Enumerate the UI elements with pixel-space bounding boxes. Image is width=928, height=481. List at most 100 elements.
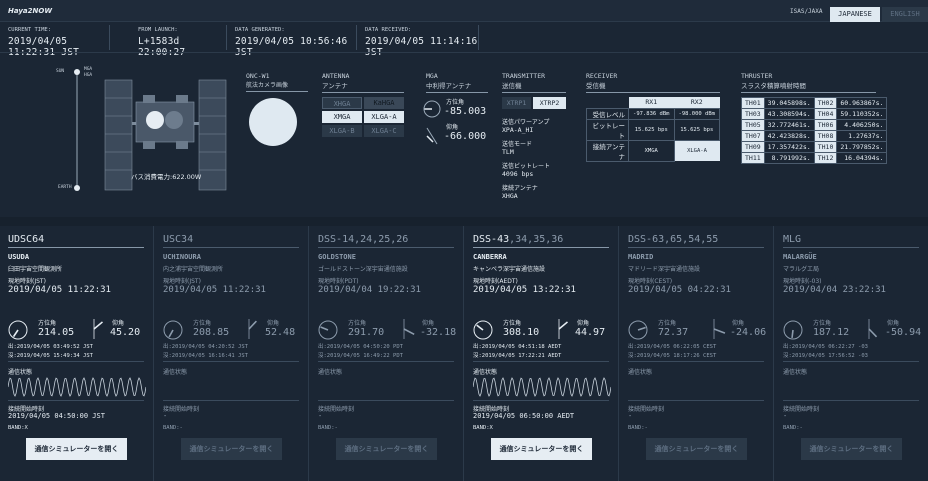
station-local-time: 2019/04/05 11:22:31 — [8, 285, 111, 295]
azimuth-label: 方位角 — [813, 320, 832, 327]
open-simulator-button[interactable]: 通信シミュレーターを開く — [801, 438, 902, 460]
elevation-value: -24.06 — [730, 327, 767, 338]
antenna-xmga: XMGA — [322, 111, 362, 123]
xtrp1-indicator: XTRP1 — [502, 97, 531, 109]
start-time-label: 接続開始時刻 — [783, 406, 820, 413]
station-jname: 臼田宇宙空間観測所 — [8, 266, 63, 273]
divider — [783, 361, 919, 362]
transmitter-title: TRANSMITTER — [502, 72, 546, 80]
azimuth-value: 214.05 — [38, 327, 75, 338]
rx1-header: RX1 — [628, 97, 674, 108]
station-underline — [628, 247, 764, 248]
station-jname: マラルグエ局 — [783, 266, 820, 273]
station-name: UCHINOURA — [163, 253, 201, 261]
antenna-kahga: KaHGA — [364, 97, 404, 109]
antenna-panel: ANTENNA アンテナ — [322, 72, 404, 93]
tx-power-label: 送信パワーアンプ — [502, 119, 550, 126]
mga-label: MGA — [84, 67, 93, 72]
start-time-value: - — [318, 412, 323, 420]
station-name: GOLDSTONE — [318, 253, 356, 261]
station-card: DSS-14,24,25,26 GOLDSTONE ゴールドストーン深宇宙通信施… — [310, 226, 464, 481]
from-launch-value: L+1583d 22:00:27 — [138, 36, 186, 58]
tx-mode-label: 送信モード — [502, 141, 533, 148]
station-timezone: 現地時刻(-03) — [783, 278, 822, 285]
divider — [318, 400, 454, 401]
azimuth-value: 208.85 — [193, 327, 230, 338]
comm-status-label: 通信状態 — [628, 369, 653, 376]
azimuth-dial-icon — [163, 320, 183, 340]
elevation-label: 仰角 — [422, 320, 435, 327]
open-simulator-button[interactable]: 通信シミュレーターを開く — [336, 438, 437, 460]
mga-title: MGA — [426, 72, 438, 80]
elevation-icon — [713, 319, 726, 339]
station-code: DSS-63,65,54,55 — [628, 234, 719, 245]
rise-time: 出:2019/04/05 06:22:27 -03 — [783, 344, 868, 350]
comm-waveform — [473, 377, 611, 397]
rx1-bitrate: 15.625 bps — [628, 118, 675, 141]
set-time: 沒:2019/04/05 16:16:41 JST — [163, 353, 248, 359]
station-underline — [163, 247, 299, 248]
thruster-id: TH05 — [741, 119, 765, 131]
rx-antenna-label: 接続アンテナ — [586, 139, 629, 162]
open-simulator-button[interactable]: 通信シミュレーターを開く — [181, 438, 282, 460]
data-generated-label: DATA GENERATED: — [235, 27, 285, 33]
band-label: BAND:- — [628, 425, 648, 431]
thruster-id: TH11 — [741, 152, 765, 164]
start-time-label: 接続開始時刻 — [318, 406, 355, 413]
thruster-table: TH01 39.045898s. TH02 60.963867s. TH03 43.308… — [741, 97, 888, 164]
onc-camera-image — [249, 98, 297, 146]
open-simulator-button[interactable]: 通信シミュレーターを開く — [646, 438, 747, 460]
tx-antenna-label: 接続アンテナ — [502, 185, 538, 192]
rx1-antenna: XMGA — [628, 139, 675, 162]
station-timezone: 現地時刻(CEST) — [628, 278, 673, 285]
station-jname: 内之浦宇宙空間観測所 — [163, 266, 224, 273]
thruster-subtitle: スラスタ積算噴射時間 — [741, 80, 876, 93]
data-generated: DATA GENERATED: 2019/04/05 10:56:46 JST — [227, 25, 357, 58]
transmitter-panel: TRANSMITTER 送信機 — [502, 72, 566, 93]
azimuth-label: 方位角 — [348, 320, 367, 327]
station-underline — [783, 247, 919, 248]
thruster-time: 16.04394s. — [836, 152, 888, 164]
rx2-level: -98.000 dBm — [673, 107, 720, 120]
current-time: CURRENT TIME: 2019/04/05 11:22:31 JST — [0, 25, 110, 58]
japanese-button[interactable]: JAPANESE — [830, 7, 880, 22]
sun-label: SUN — [56, 69, 65, 74]
thruster-time: 32.772461s. — [763, 119, 815, 131]
station-code: DSS-14,24,25,26 — [318, 234, 409, 245]
tx-antenna-value: XHGA — [502, 192, 518, 200]
azimuth-dial-icon — [473, 320, 493, 340]
onc-title: ONC-W1 — [246, 72, 270, 80]
antenna-xlga-a: XLGA-A — [364, 111, 404, 123]
open-simulator-button[interactable]: 通信シミュレーターを開く — [26, 438, 127, 460]
from-launch: FROM LAUNCH: L+1583d 22:00:27 — [130, 25, 227, 58]
rx2-header: RX2 — [674, 97, 720, 108]
set-time: 沒:2019/04/05 17:56:52 -03 — [783, 353, 868, 359]
divider — [318, 361, 454, 362]
azimuth-dial-icon — [628, 320, 648, 340]
station-card: DSS-63,65,54,55 MADRID マドリード深宇宙通信施設 現地時刻… — [620, 226, 774, 481]
station-timezone: 現地時刻(PDT) — [318, 278, 359, 285]
elevation-icon — [248, 319, 257, 339]
azimuth-value: 187.12 — [813, 327, 850, 338]
transmitter-subtitle: 送信機 — [502, 80, 566, 93]
mga-panel: MGA 中利得アンテナ — [426, 72, 488, 93]
comm-status-label: 通信状態 — [318, 369, 343, 376]
elevation-label: 仰角 — [112, 320, 125, 327]
set-time: 沒:2019/04/05 16:49:22 PDT — [318, 353, 403, 359]
english-button[interactable]: ENGLISH — [882, 7, 928, 22]
station-code: USC34 — [163, 234, 194, 245]
from-launch-label: FROM LAUNCH: — [138, 27, 178, 33]
antenna-buttons: XHGA KaHGA XMGA XLGA-A XLGA-B XLGA-C — [322, 97, 404, 139]
station-card: UDSC64 USUDA 臼田宇宙空間観測所 現地時刻(JST) 2019/04… — [0, 226, 154, 481]
azimuth-value: 291.70 — [348, 327, 385, 338]
set-time: 沒:2019/04/05 18:17:26 CEST — [628, 353, 717, 359]
divider — [473, 400, 609, 401]
open-simulator-button[interactable]: 通信シミュレーターを開く — [491, 438, 592, 460]
rise-time: 出:2019/04/05 06:22:05 CEST — [628, 344, 717, 350]
mga-subtitle: 中利得アンテナ — [426, 80, 488, 93]
thruster-id: TH06 — [813, 119, 838, 131]
divider — [163, 400, 299, 401]
thruster-panel: THRUSTER スラスタ積算噴射時間 — [741, 72, 876, 93]
comm-waveform — [8, 377, 146, 397]
bus-power: バス消費電力:622.00W — [131, 173, 202, 181]
